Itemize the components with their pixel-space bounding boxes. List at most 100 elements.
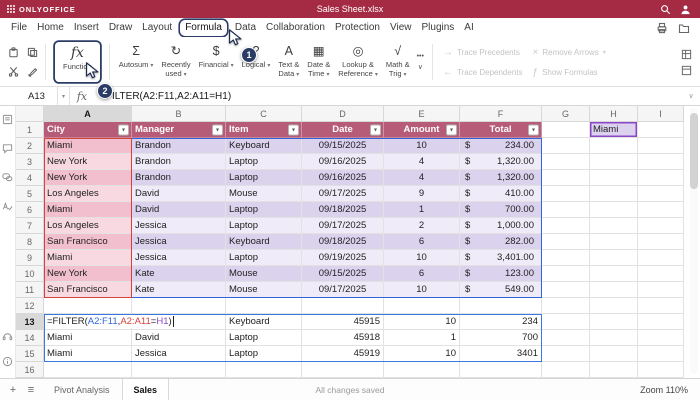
cell-E14[interactable]: 1 <box>384 330 460 346</box>
toolbar-math-trig-button[interactable]: √Math &Trig▾ <box>382 40 414 84</box>
toolbar-date-time-button[interactable]: ▦Date &Time▾ <box>303 40 334 84</box>
cell-D5[interactable]: 09/17/2025 <box>302 186 384 202</box>
cell-I3[interactable] <box>638 154 684 170</box>
cell-D14[interactable]: 45918 <box>302 330 384 346</box>
cell-C14[interactable]: Laptop <box>226 330 302 346</box>
cell-E4[interactable]: 4 <box>384 170 460 186</box>
print-icon[interactable] <box>656 22 668 34</box>
cell-D11[interactable]: 09/17/2025 <box>302 282 384 298</box>
cell-I14[interactable] <box>638 330 684 346</box>
row-header-1[interactable]: 1 <box>16 122 44 138</box>
column-header-G[interactable]: G <box>542 106 590 122</box>
cell-E13[interactable]: 10 <box>384 314 460 330</box>
cell-D9[interactable]: 09/19/2025 <box>302 250 384 266</box>
cell-B10[interactable]: Kate <box>132 266 226 282</box>
cell-F15[interactable]: 3401 <box>460 346 542 362</box>
cell-A7[interactable]: Los Angeles <box>44 218 132 234</box>
column-header-D[interactable]: D <box>302 106 384 122</box>
cell-A14[interactable]: Miami <box>44 330 132 346</box>
cell-H5[interactable] <box>590 186 638 202</box>
cell-B9[interactable]: Jessica <box>132 250 226 266</box>
add-sheet-icon[interactable]: + <box>4 384 22 396</box>
cell-I6[interactable] <box>638 202 684 218</box>
row-header-7[interactable]: 7 <box>16 218 44 234</box>
cell-E12[interactable] <box>384 298 460 314</box>
remove-arrows-button[interactable]: × Remove Arrows ▾ <box>528 43 611 61</box>
cell-H13[interactable] <box>590 314 638 330</box>
cell-I5[interactable] <box>638 186 684 202</box>
row-header-10[interactable]: 10 <box>16 266 44 282</box>
function-button[interactable]: fx Function <box>55 42 100 82</box>
cell-G13[interactable] <box>542 314 590 330</box>
cell-F8[interactable]: $282.00 <box>460 234 542 250</box>
toolbar-recently-used-button[interactable]: ↻Recentlyused▾ <box>157 40 194 84</box>
formula-input[interactable]: =FILTER(A2:F11,A2:A11=H1) <box>94 87 682 105</box>
paste-icon[interactable] <box>6 45 21 60</box>
cell-E5[interactable]: 9 <box>384 186 460 202</box>
cell-I15[interactable] <box>638 346 684 362</box>
cell-B14[interactable]: David <box>132 330 226 346</box>
collapse-toolbar-icon[interactable]: ∨ <box>418 64 423 71</box>
expand-formula-bar-icon[interactable]: ∨ <box>682 87 700 105</box>
show-formulas-button[interactable]: ƒ Show Formulas <box>528 63 611 81</box>
row-header-2[interactable]: 2 <box>16 138 44 154</box>
cell-H16[interactable] <box>590 362 638 378</box>
comments-icon[interactable] <box>2 143 13 157</box>
insert-function-icon[interactable]: fx <box>70 87 94 105</box>
cell-H7[interactable] <box>590 218 638 234</box>
cell-E3[interactable]: 4 <box>384 154 460 170</box>
cell-G3[interactable] <box>542 154 590 170</box>
cell-I12[interactable] <box>638 298 684 314</box>
filter-icon[interactable]: ▾ <box>288 124 299 135</box>
menu-data[interactable]: Data <box>230 20 261 36</box>
cell-D3[interactable]: 09/16/2025 <box>302 154 384 170</box>
cell-C10[interactable]: Mouse <box>226 266 302 282</box>
cell-I16[interactable] <box>638 362 684 378</box>
cell-F13[interactable]: 234 <box>460 314 542 330</box>
filter-icon[interactable]: ▾ <box>118 124 129 135</box>
cell-D8[interactable]: 09/18/2025 <box>302 234 384 250</box>
cell-F5[interactable]: $410.00 <box>460 186 542 202</box>
cell-C7[interactable]: Laptop <box>226 218 302 234</box>
cell-F12[interactable] <box>460 298 542 314</box>
cell-B7[interactable]: Jessica <box>132 218 226 234</box>
cell-B6[interactable]: David <box>132 202 226 218</box>
trace-precedents-button[interactable]: → Trace Precedents <box>438 43 528 61</box>
cell-A2[interactable]: Miami <box>44 138 132 154</box>
row-header-15[interactable]: 15 <box>16 346 44 362</box>
cell-H10[interactable] <box>590 266 638 282</box>
cell-C5[interactable]: Mouse <box>226 186 302 202</box>
row-header-9[interactable]: 9 <box>16 250 44 266</box>
cell-F14[interactable]: 700 <box>460 330 542 346</box>
about-icon[interactable] <box>2 356 13 370</box>
cell-H9[interactable] <box>590 250 638 266</box>
cell-A6[interactable]: Miami <box>44 202 132 218</box>
chat-icon[interactable] <box>2 172 13 186</box>
cell-A15[interactable]: Miami <box>44 346 132 362</box>
cell-E9[interactable]: 10 <box>384 250 460 266</box>
cell-C1[interactable]: Item▾ <box>226 122 302 138</box>
cell-B11[interactable]: Kate <box>132 282 226 298</box>
cell-C11[interactable]: Mouse <box>226 282 302 298</box>
cell-G4[interactable] <box>542 170 590 186</box>
cell-F4[interactable]: $1,320.00 <box>460 170 542 186</box>
cell-G6[interactable] <box>542 202 590 218</box>
sheet-tab-sales[interactable]: Sales <box>122 379 170 400</box>
cell-F16[interactable] <box>460 362 542 378</box>
row-header-14[interactable]: 14 <box>16 330 44 346</box>
cell-D13[interactable]: 45915 <box>302 314 384 330</box>
cell-A11[interactable]: San Francisco <box>44 282 132 298</box>
cell-F10[interactable]: $123.00 <box>460 266 542 282</box>
cell-F2[interactable]: $234.00 <box>460 138 542 154</box>
column-header-F[interactable]: F <box>460 106 542 122</box>
cell-C8[interactable]: Keyboard <box>226 234 302 250</box>
cell-A1[interactable]: City▾ <box>44 122 132 138</box>
cell-A10[interactable]: New York <box>44 266 132 282</box>
cell-E1[interactable]: Amount▾ <box>384 122 460 138</box>
column-header-E[interactable]: E <box>384 106 460 122</box>
menu-layout[interactable]: Layout <box>137 20 177 36</box>
menu-draw[interactable]: Draw <box>104 20 137 36</box>
cell-G15[interactable] <box>542 346 590 362</box>
column-header-I[interactable]: I <box>638 106 684 122</box>
cell-G11[interactable] <box>542 282 590 298</box>
